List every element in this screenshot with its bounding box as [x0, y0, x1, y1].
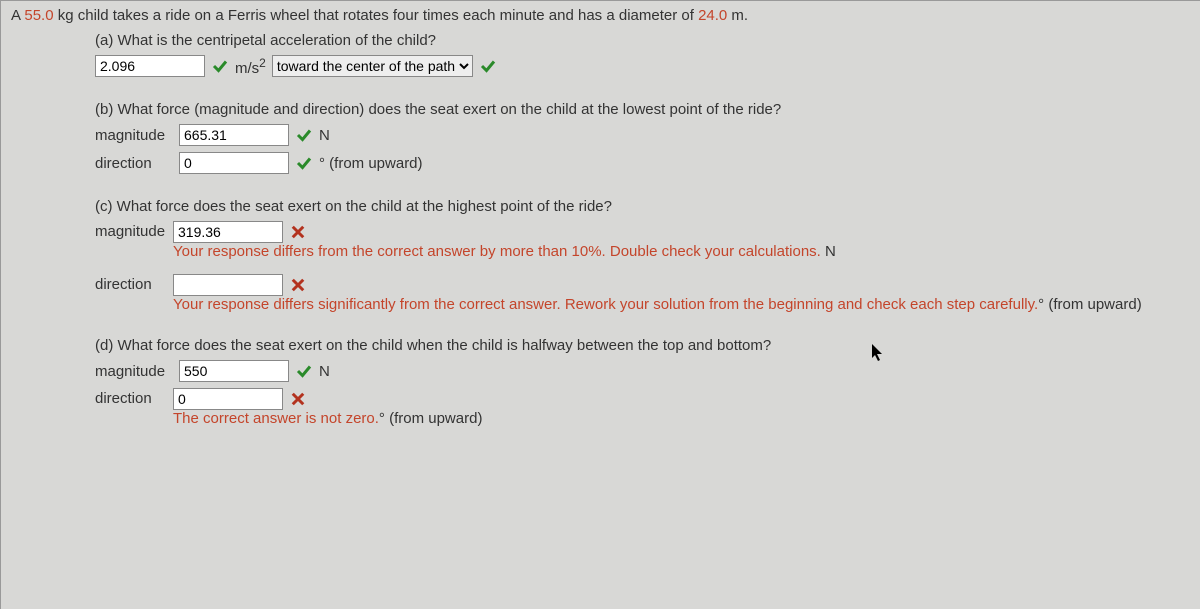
part-c-direction-input[interactable]: [173, 274, 283, 296]
part-a-prompt: (a) What is the centripetal acceleration…: [95, 32, 1190, 49]
question-intro: A 55.0 kg child takes a ride on a Ferris…: [11, 7, 1190, 24]
intro-mass: 55.0: [24, 7, 53, 24]
check-icon: [295, 126, 313, 144]
direction-label: direction: [95, 388, 173, 407]
cursor-icon: [871, 343, 885, 367]
intro-prefix: A: [11, 7, 24, 24]
part-b-prompt: (b) What force (magnitude and direction)…: [95, 101, 1190, 118]
magnitude-label: magnitude: [95, 127, 173, 144]
check-icon: [295, 154, 313, 172]
cross-icon: [289, 276, 307, 294]
magnitude-label: magnitude: [95, 221, 173, 240]
part-d-magnitude-input[interactable]: [179, 360, 289, 382]
direction-unit: ° (from upward): [319, 155, 423, 172]
part-a-unit: m/s2: [235, 56, 266, 77]
part-c-dir-feedback: Your response differs significantly from…: [173, 296, 1190, 313]
part-d-prompt: (d) What force does the seat exert on th…: [95, 337, 771, 354]
direction-label: direction: [95, 155, 173, 172]
intro-suffix: m.: [727, 7, 748, 24]
check-icon: [295, 362, 313, 380]
magnitude-label: magnitude: [95, 363, 173, 380]
intro-diameter: 24.0: [698, 7, 727, 24]
magnitude-unit: N: [319, 127, 330, 144]
part-d-dir-feedback: The correct answer is not zero.° (from u…: [173, 410, 1190, 427]
part-b-direction-input[interactable]: [179, 152, 289, 174]
direction-label: direction: [95, 274, 173, 293]
part-a-select[interactable]: toward the center of the path: [272, 55, 473, 77]
part-d-direction-input[interactable]: [173, 388, 283, 410]
part-a-input[interactable]: [95, 55, 205, 77]
part-c-mag-feedback: Your response differs from the correct a…: [173, 243, 1190, 260]
cross-icon: [289, 223, 307, 241]
part-b-magnitude-input[interactable]: [179, 124, 289, 146]
part-c-magnitude-input[interactable]: [173, 221, 283, 243]
intro-mid: kg child takes a ride on a Ferris wheel …: [54, 7, 699, 24]
part-c-prompt: (c) What force does the seat exert on th…: [95, 198, 1190, 215]
check-icon: [211, 57, 229, 75]
magnitude-unit: N: [319, 363, 330, 380]
check-icon: [479, 57, 497, 75]
cross-icon: [289, 390, 307, 408]
